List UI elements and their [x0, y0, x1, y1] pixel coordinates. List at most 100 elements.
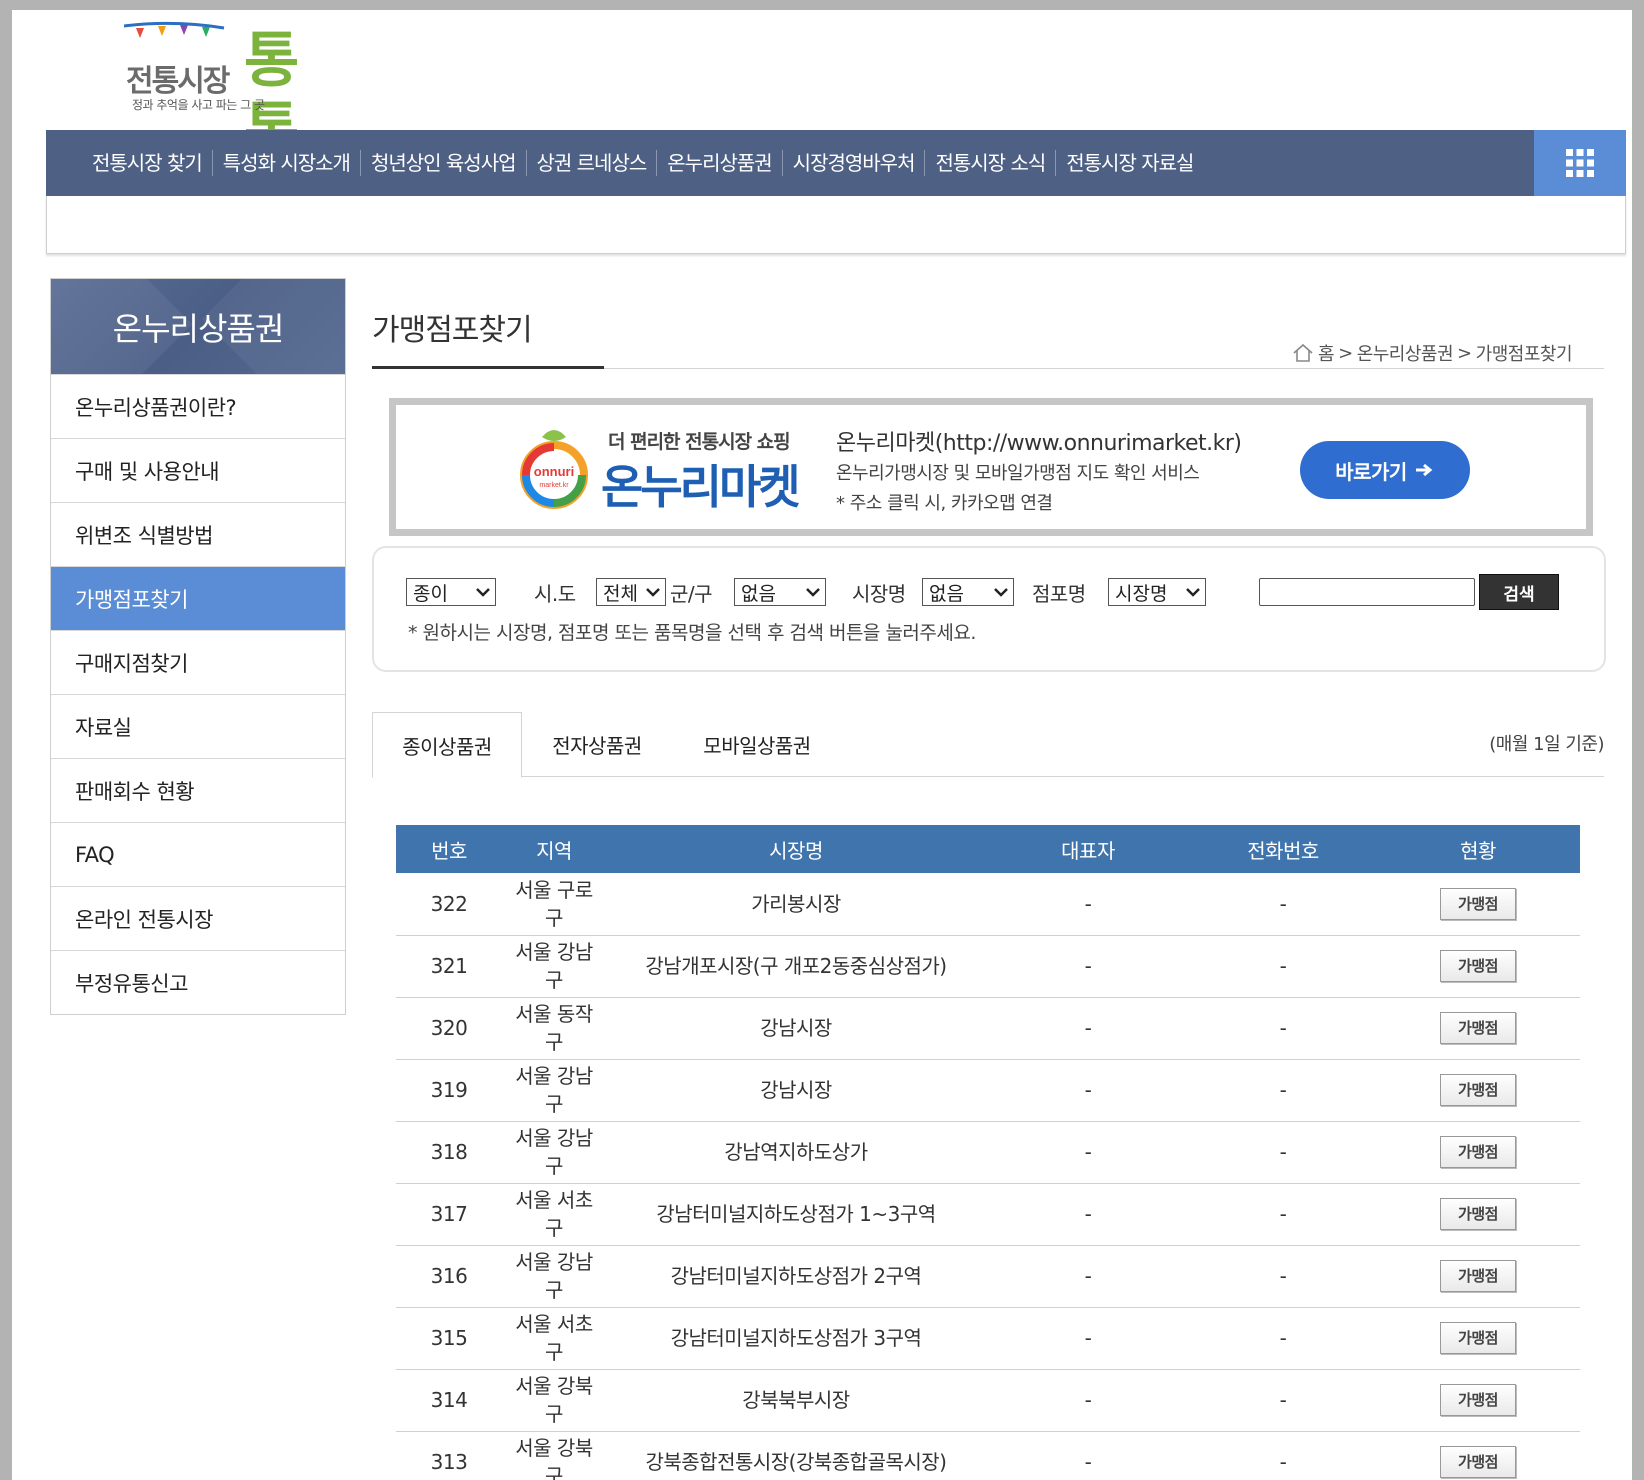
search-box: 종이 시.도 전체 군/구 없음 시장명 없음 점포명 시장명 검색 * 원하시… — [372, 546, 1606, 672]
cell-market-name: 강남개포시장(구 개포2동중심상점가) — [606, 935, 986, 998]
gungu-select[interactable]: 없음 — [734, 578, 826, 606]
banner-go-button[interactable]: 바로가기 — [1300, 441, 1470, 499]
stores-button[interactable]: 가맹점 — [1440, 887, 1516, 920]
cell-status: 가맹점 — [1376, 873, 1580, 936]
chevron-down-icon — [994, 588, 1008, 597]
side-nav-item[interactable]: 부정유통신고 — [51, 950, 345, 1014]
page: 전통시장 통통 정과 추억을 사고 파는 그 곳 전통시장 찾기특성화 시장소개… — [12, 10, 1632, 1480]
cell-phone: - — [1190, 1245, 1376, 1308]
type-select[interactable]: 종이 — [406, 578, 496, 606]
breadcrumb-section[interactable]: 온누리상품권 — [1357, 340, 1454, 366]
table-row: 321 서울 강남 구 강남개포시장(구 개포2동중심상점가) - - 가맹점 — [396, 935, 1580, 998]
side-nav-item[interactable]: 가맹점포찾기 — [51, 566, 345, 630]
chevron-down-icon — [1186, 588, 1200, 597]
type-select-value: 종이 — [413, 582, 448, 605]
stores-button[interactable]: 가맹점 — [1440, 1012, 1516, 1044]
tab-electronic[interactable]: 전자상품권 — [522, 712, 672, 777]
gnb-item[interactable]: 시장경영바우처 — [783, 150, 926, 176]
cell-phone: - — [1190, 935, 1376, 998]
table-row: 314 서울 강북 구 강북북부시장 - - 가맹점 — [396, 1369, 1580, 1432]
side-nav-item[interactable]: 온누리상품권이란? — [51, 374, 345, 438]
page-title: 가맹점포찾기 — [372, 313, 533, 348]
cell-region: 서울 동작 구 — [502, 997, 606, 1060]
banner-subtitle: 더 편리한 전통시장 쇼핑 — [608, 431, 791, 453]
gnb-item[interactable]: 청년상인 육성사업 — [361, 150, 527, 176]
gnb-item[interactable]: 전통시장 찾기 — [82, 150, 213, 176]
sido-select[interactable]: 전체 — [596, 578, 666, 606]
stores-button[interactable]: 가맹점 — [1440, 1260, 1516, 1292]
tab-paper[interactable]: 종이상품권 — [372, 712, 522, 778]
sido-select-value: 전체 — [603, 582, 637, 605]
side-nav-item[interactable]: 온라인 전통시장 — [51, 886, 345, 950]
side-nav-title: 온누리상품권 — [51, 279, 345, 374]
grid-menu-icon — [1566, 149, 1594, 177]
stores-button[interactable]: 가맹점 — [1440, 1322, 1516, 1354]
gungu-select-value: 없음 — [741, 582, 776, 605]
logo-main-text: 전통시장 — [126, 64, 230, 99]
col-header-representative: 대표자 — [986, 825, 1190, 873]
region-line-2: 구 — [545, 1464, 563, 1480]
global-nav-list: 전통시장 찾기 특성화 시장소개 청년상인 육성사업 상권 르네상스 온누리상품권 시장경… — [46, 130, 1626, 196]
table-row: 313 서울 강북 구 강북종합전통시장(강북종합골목시장) - - 가맹점 — [396, 1431, 1580, 1480]
cell-market-name: 강북북부시장 — [606, 1369, 986, 1432]
all-menu-button[interactable] — [1534, 130, 1626, 196]
gungu-label: 군/구 — [670, 582, 713, 606]
chevron-right-icon: > — [1457, 342, 1472, 364]
cell-number: 320 — [396, 997, 502, 1060]
cell-number: 321 — [396, 935, 502, 998]
region-line-1: 서울 동작 — [515, 1002, 593, 1026]
gnb-item[interactable]: 상권 르네상스 — [527, 150, 658, 176]
cell-status: 가맹점 — [1376, 1059, 1580, 1122]
stores-button[interactable]: 가맹점 — [1440, 950, 1516, 982]
region-line-2: 구 — [545, 1154, 563, 1178]
table-row: 320 서울 동작 구 강남시장 - - 가맹점 — [396, 997, 1580, 1060]
gnb-item[interactable]: 특성화 시장소개 — [213, 150, 361, 176]
home-icon[interactable] — [1292, 343, 1314, 363]
stores-button[interactable]: 가맹점 — [1440, 1074, 1516, 1106]
store-label: 점포명 — [1032, 582, 1086, 606]
side-nav-item[interactable]: 판매회수 현황 — [51, 758, 345, 822]
gnb-item[interactable]: 전통시장 자료실 — [1056, 150, 1203, 176]
region-line-2: 구 — [545, 968, 563, 992]
cell-status: 가맹점 — [1376, 1183, 1580, 1246]
breadcrumb-home[interactable]: 홈 — [1318, 340, 1335, 366]
banner-url[interactable]: 온누리마켓(http://www.onnurimarket.kr) — [836, 425, 1242, 457]
region-line-2: 구 — [545, 1216, 563, 1240]
sido-label: 시.도 — [534, 582, 576, 606]
side-nav-item[interactable]: 위변조 식별방법 — [51, 502, 345, 566]
site-logo[interactable]: 전통시장 통통 정과 추억을 사고 파는 그 곳 — [114, 18, 314, 166]
cell-market-name: 강남터미널지하도상점가 2구역 — [606, 1245, 986, 1308]
region-line-1: 서울 강북 — [515, 1436, 593, 1460]
logo-text-marketkr: market.kr — [539, 482, 569, 489]
cell-region: 서울 강남 구 — [502, 1059, 606, 1122]
cell-representative: - — [986, 1307, 1190, 1370]
cell-phone: - — [1190, 997, 1376, 1060]
side-nav-item[interactable]: FAQ — [51, 822, 345, 886]
store-select[interactable]: 시장명 — [1108, 578, 1206, 606]
banner-note: * 주소 클릭 시, 카카오맵 연결 — [836, 493, 1053, 514]
cell-region: 서울 강북 구 — [502, 1369, 606, 1432]
side-nav: 온누리상품권 온누리상품권이란? 구매 및 사용안내 위변조 식별방법 가맹점포찾기 구… — [50, 278, 346, 1015]
gnb-item[interactable]: 온누리상품권 — [657, 150, 783, 176]
side-nav-item[interactable]: 구매지점찾기 — [51, 630, 345, 694]
side-nav-item[interactable]: 자료실 — [51, 694, 345, 758]
cell-phone: - — [1190, 1431, 1376, 1480]
cell-region: 서울 강남 구 — [502, 1245, 606, 1308]
cell-market-name: 강북종합전통시장(강북종합골목시장) — [606, 1431, 986, 1480]
tab-mobile[interactable]: 모바일상품권 — [672, 712, 842, 777]
side-nav-item[interactable]: 구매 및 사용안내 — [51, 438, 345, 502]
region-line-2: 구 — [545, 1278, 563, 1302]
chevron-right-icon: > — [1338, 342, 1353, 364]
stores-button[interactable]: 가맹점 — [1440, 1446, 1516, 1478]
cell-number: 317 — [396, 1183, 502, 1246]
gnb-item[interactable]: 전통시장 소식 — [925, 150, 1057, 176]
stores-button[interactable]: 가맹점 — [1440, 1198, 1516, 1230]
region-line-2: 구 — [545, 1402, 563, 1426]
stores-button[interactable]: 가맹점 — [1440, 1384, 1516, 1416]
search-button[interactable]: 검색 — [1479, 574, 1559, 610]
onnuri-market-logo-icon: onnuri market.kr — [520, 430, 588, 509]
market-table: 번호 지역 시장명 대표자 전화번호 현황 322 서울 구로 구 가리봉시장 - - 가맹… — [396, 825, 1580, 1480]
search-input[interactable] — [1259, 578, 1475, 606]
stores-button[interactable]: 가맹점 — [1440, 1136, 1516, 1168]
market-select[interactable]: 없음 — [922, 578, 1014, 606]
